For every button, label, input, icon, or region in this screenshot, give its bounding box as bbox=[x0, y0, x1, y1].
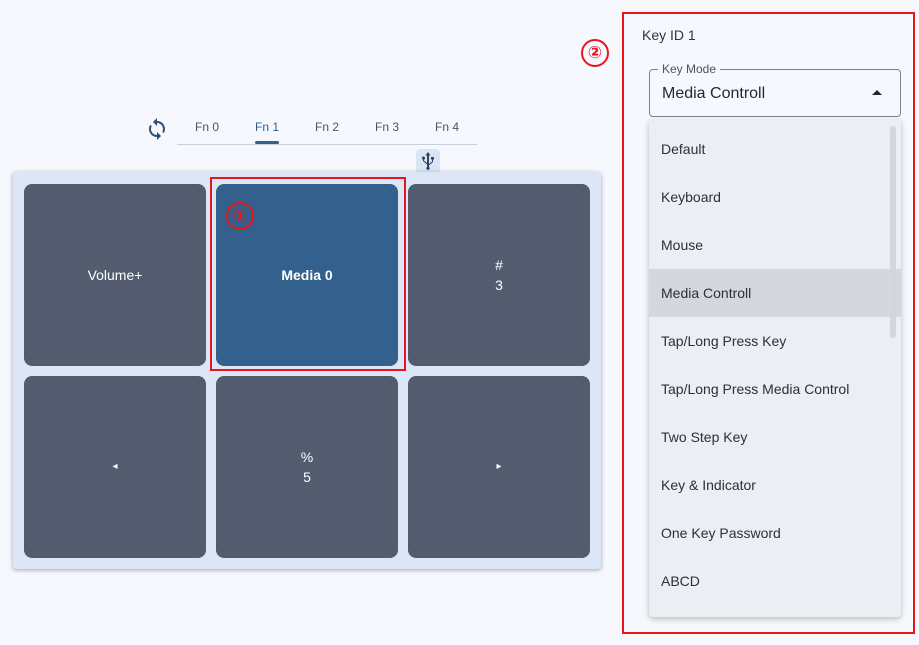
option-tap-long-press-key[interactable]: Tap/Long Press Key bbox=[649, 317, 901, 365]
option-abcd[interactable]: ABCD bbox=[649, 557, 901, 605]
callout-number-2: ② bbox=[581, 39, 609, 67]
option-default[interactable]: Default bbox=[649, 125, 901, 173]
fn-layer-tabbar: Fn 0 Fn 1 Fn 2 Fn 3 Fn 4 bbox=[145, 114, 480, 146]
option-key-and-indicator[interactable]: Key & Indicator bbox=[649, 461, 901, 509]
key-label: ▸ bbox=[496, 461, 502, 472]
fn-tabs: Fn 0 Fn 1 Fn 2 Fn 3 Fn 4 bbox=[177, 114, 477, 145]
key-id-title: Key ID 1 bbox=[642, 27, 696, 43]
option-tap-long-press-media-control[interactable]: Tap/Long Press Media Control bbox=[649, 365, 901, 413]
dropdown-scrollbar[interactable] bbox=[890, 126, 896, 338]
key-label: Volume+ bbox=[87, 267, 143, 283]
key-mode-label: Key Mode bbox=[658, 62, 721, 76]
tab-fn-4[interactable]: Fn 4 bbox=[417, 120, 477, 134]
tab-fn-2[interactable]: Fn 2 bbox=[297, 120, 357, 134]
sync-icon[interactable] bbox=[145, 117, 169, 141]
key-volume-up[interactable]: Volume+ bbox=[24, 184, 206, 366]
callout-number-1: ① bbox=[226, 202, 254, 230]
option-keyboard[interactable]: Keyboard bbox=[649, 173, 901, 221]
option-media-controll[interactable]: Media Controll bbox=[649, 269, 901, 317]
key-mode-value: Media Controll bbox=[662, 85, 766, 102]
key-mode-select[interactable]: Key Mode Media Controll bbox=[649, 62, 901, 117]
key-label: ◂ bbox=[112, 461, 118, 472]
tab-fn-0[interactable]: Fn 0 bbox=[177, 120, 237, 134]
active-tab-indicator bbox=[255, 141, 279, 144]
option-two-step-key[interactable]: Two Step Key bbox=[649, 413, 901, 461]
usb-icon bbox=[416, 149, 440, 173]
key-left-arrow[interactable]: ◂ bbox=[24, 376, 206, 558]
key-sublabel: 3 bbox=[495, 277, 503, 293]
option-mouse[interactable]: Mouse bbox=[649, 221, 901, 269]
key-mode-dropdown: Default Keyboard Mouse Media Controll Ta… bbox=[649, 119, 901, 617]
tab-fn-3[interactable]: Fn 3 bbox=[357, 120, 417, 134]
key-label: # bbox=[495, 257, 503, 273]
caret-up-icon bbox=[872, 90, 882, 95]
key-label: % bbox=[300, 449, 314, 465]
key-hash-3[interactable]: # 3 bbox=[408, 184, 590, 366]
key-sublabel: 5 bbox=[303, 469, 311, 485]
key-right-arrow[interactable]: ▸ bbox=[408, 376, 590, 558]
tab-fn-1[interactable]: Fn 1 bbox=[237, 120, 297, 134]
option-one-key-password[interactable]: One Key Password bbox=[649, 509, 901, 557]
key-percent-5[interactable]: % 5 bbox=[216, 376, 398, 558]
